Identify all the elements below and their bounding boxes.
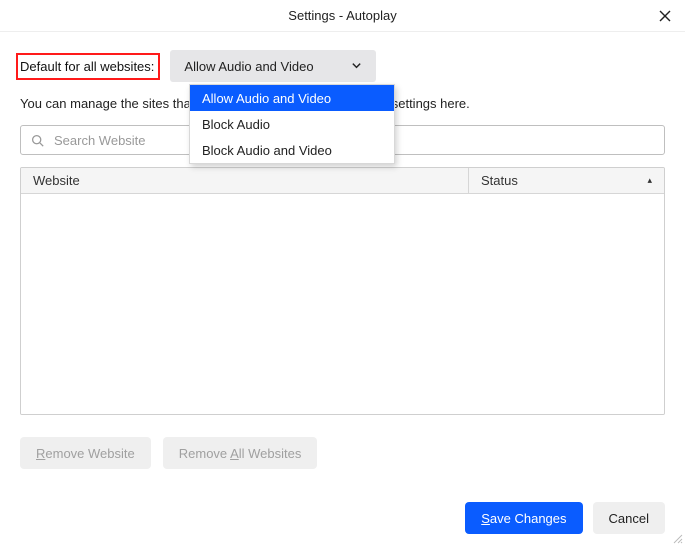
close-button[interactable] [655,6,675,26]
dropdown-option-block-av[interactable]: Block Audio and Video [190,137,394,163]
mnemonic: R [36,446,45,461]
mnemonic: A [230,446,239,461]
cancel-button[interactable]: Cancel [593,502,665,534]
column-header-website-label: Website [33,173,80,188]
mnemonic: S [481,511,490,526]
autoplay-default-dropdown[interactable]: Allow Audio and Video [170,50,376,82]
remove-all-websites-button[interactable]: Remove All Websites [163,437,318,469]
default-setting-row: Default for all websites: Allow Audio an… [20,50,665,82]
column-header-status[interactable]: Status ▴ [469,168,664,193]
highlight-box: Default for all websites: [16,53,160,80]
default-label: Default for all websites: [20,59,154,74]
column-header-status-label: Status [481,173,518,188]
dropdown-option-allow-av[interactable]: Allow Audio and Video [190,85,394,111]
dropdown-option-block-audio[interactable]: Block Audio [190,111,394,137]
autoplay-dropdown-menu: Allow Audio and Video Block Audio Block … [189,84,395,164]
remove-buttons-row: Remove Website Remove All Websites [20,437,665,469]
resize-grip[interactable] [671,532,683,544]
window-title: Settings - Autoplay [288,8,396,23]
exceptions-table: Website Status ▴ [20,167,665,415]
dialog-footer: Save Changes Cancel [465,502,665,534]
save-changes-button[interactable]: Save Changes [465,502,582,534]
close-icon [659,10,671,22]
content-area: Default for all websites: Allow Audio an… [0,32,685,469]
column-header-website[interactable]: Website [21,168,469,193]
button-text: ave Changes [490,511,567,526]
table-body [21,194,664,414]
sort-indicator-icon: ▴ [647,175,652,186]
chevron-down-icon [351,59,362,74]
table-header: Website Status ▴ [21,168,664,194]
button-text-prefix: Remove [179,446,230,461]
title-bar: Settings - Autoplay [0,0,685,32]
remove-website-button[interactable]: Remove Website [20,437,151,469]
button-text: ll Websites [239,446,302,461]
button-text: emove Website [45,446,134,461]
dropdown-selected-text: Allow Audio and Video [184,59,313,74]
search-icon [31,134,44,147]
